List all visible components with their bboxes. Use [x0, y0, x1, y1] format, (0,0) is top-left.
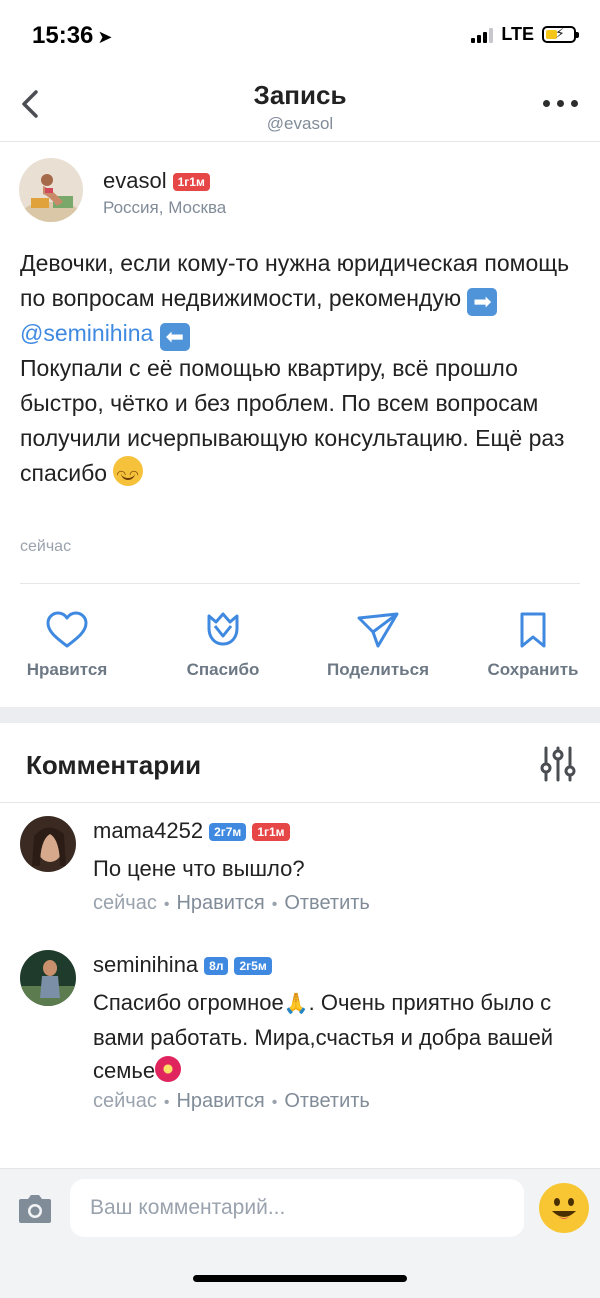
thanks-button[interactable]: Спасибо	[158, 610, 288, 680]
comment-meta: сейчас • Нравится • Ответить	[93, 1090, 370, 1112]
author-avatar[interactable]	[19, 158, 83, 222]
commenter-avatar[interactable]	[20, 816, 76, 872]
comment-meta: сейчас • Нравится • Ответить	[93, 892, 370, 914]
commenter-badge: 1г1м	[252, 823, 290, 842]
bookmark-icon	[520, 612, 546, 648]
location-arrow-icon: ➤	[97, 27, 113, 47]
sliders-icon	[540, 746, 576, 782]
divider	[0, 802, 600, 803]
comment-text: Спасибо огромное🙏. Очень приятно было с …	[93, 986, 563, 1087]
flower-icon	[155, 1056, 182, 1082]
status-time: 15:36 ➤	[32, 22, 112, 50]
comment-text-part1: Спасибо огромное	[93, 990, 284, 1015]
comment-like-button[interactable]: Нравится	[176, 1090, 264, 1112]
save-button[interactable]: Сохранить	[468, 610, 598, 680]
comment-reply-button[interactable]: Ответить	[284, 892, 370, 914]
attach-photo-button[interactable]	[16, 1193, 54, 1225]
tulip-icon	[207, 612, 239, 646]
comment-item: mama4252 2г7м 1г1м По цене что вышло? сейч…	[20, 816, 580, 926]
share-button[interactable]: Поделиться	[313, 610, 443, 680]
send-icon	[357, 612, 399, 648]
commenter-avatar[interactable]	[20, 950, 76, 1006]
post-time: сейчас	[20, 538, 72, 555]
network-label: LTE	[501, 24, 534, 44]
battery-icon: ⚡	[542, 25, 579, 43]
like-label: Нравится	[26, 660, 108, 679]
comment-like-button[interactable]: Нравится	[176, 892, 264, 914]
page-title: Запись	[253, 80, 347, 110]
nav-header: Запись @evasol	[0, 70, 600, 142]
emoji-button[interactable]	[539, 1183, 589, 1233]
commenter-name-text[interactable]: seminihina	[93, 952, 198, 977]
commenter-badge: 8л	[204, 957, 229, 976]
thanks-label: Спасибо	[186, 660, 260, 679]
post-header: evasol 1г1м Россия, Москва	[19, 158, 226, 222]
battery-bolt: ⚡	[555, 25, 565, 41]
commenter-badge: 2г7м	[209, 823, 247, 842]
signal-icon	[471, 27, 494, 43]
status-indicators: LTE ⚡	[471, 24, 579, 45]
comment-reply-button[interactable]: Ответить	[284, 1090, 370, 1112]
status-time-text: 15:36	[32, 22, 94, 49]
post-body: Девочки, если кому-то нужна юридическая …	[20, 246, 585, 493]
mention-link[interactable]: @seminihina	[20, 320, 153, 346]
comments-filter-button[interactable]	[538, 744, 578, 784]
more-horizontal-icon	[543, 100, 550, 107]
commenter-badge: 2г5м	[234, 957, 272, 976]
commenter-name-text[interactable]: mama4252	[93, 818, 203, 843]
comments-title: Комментарии	[26, 750, 202, 780]
camera-icon	[19, 1195, 51, 1223]
arrow-left-icon: ⬅	[159, 323, 190, 351]
heart-icon	[46, 611, 88, 648]
author-name-text[interactable]: evasol	[103, 168, 167, 193]
comment-input[interactable]	[70, 1179, 524, 1237]
smiling-face-icon	[113, 456, 144, 493]
comment-time: сейчас	[93, 1090, 157, 1112]
status-bar: 15:36 ➤ LTE ⚡	[0, 0, 600, 70]
section-separator	[0, 707, 600, 723]
commenter-name[interactable]: mama4252 2г7м 1г1м	[93, 818, 290, 844]
like-button[interactable]: Нравится	[2, 610, 132, 680]
comment-item: seminihina 8л 2г5м Спасибо огромное🙏. Очен…	[20, 950, 580, 1120]
save-label: Сохранить	[487, 660, 579, 679]
arrow-right-icon: ➡	[467, 288, 498, 316]
author-location: Россия, Москва	[103, 198, 227, 217]
comment-time: сейчас	[93, 892, 157, 914]
post-actions: Нравится Спасибо Поделиться Сохранить	[0, 610, 600, 690]
author-name[interactable]: evasol 1г1м	[103, 168, 210, 194]
author-badge: 1г1м	[172, 173, 210, 192]
praying-hands-icon: 🙏	[283, 993, 309, 1015]
comment-text: По цене что вышло?	[93, 856, 305, 881]
post-text-part2: Покупали с её помощью квартиру, всё прош…	[20, 355, 565, 486]
commenter-name[interactable]: seminihina 8л 2г5м	[93, 952, 272, 978]
share-label: Поделиться	[326, 660, 430, 679]
smiley-icon	[552, 1198, 576, 1219]
more-button[interactable]	[543, 100, 578, 107]
home-indicator	[193, 1275, 407, 1282]
divider	[20, 583, 580, 584]
page-subtitle[interactable]: @evasol	[0, 114, 600, 134]
